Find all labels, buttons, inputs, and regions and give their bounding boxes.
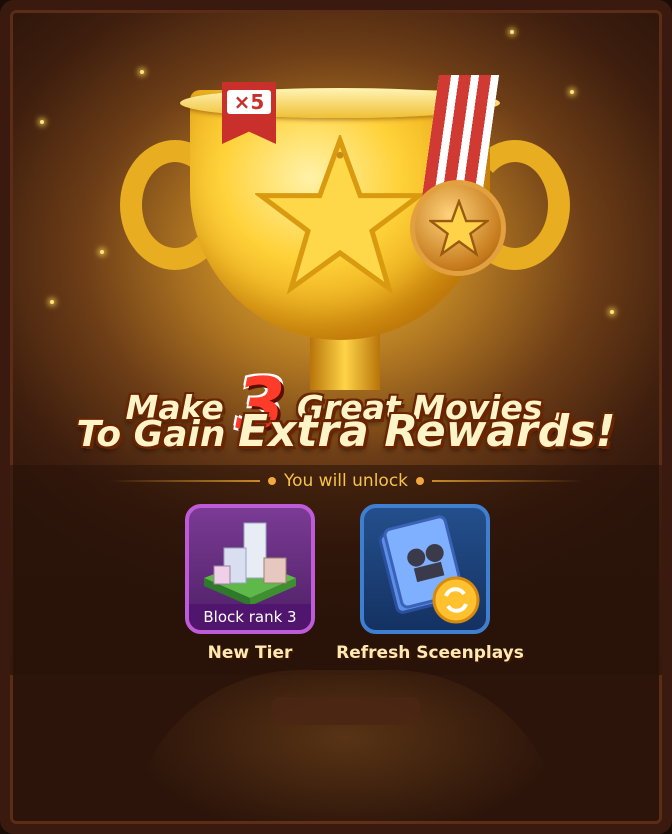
card-caption: Block rank 3 [189, 604, 311, 630]
reward-card-refresh-screenplays[interactable] [360, 504, 490, 634]
unlock-heading: You will unlock [283, 471, 409, 491]
sparkle [610, 310, 614, 314]
divider-dot [416, 477, 425, 485]
trophy-reflection [130, 670, 562, 824]
divider-right [432, 480, 583, 482]
headline-line-2: To Gain Extra Rewards! [10, 406, 662, 457]
sparkle [510, 30, 514, 34]
star-icon [255, 135, 425, 295]
sparkle [40, 120, 44, 124]
sparkle [50, 300, 54, 304]
divider-left [109, 480, 260, 482]
screenplay-refresh-icon [378, 515, 480, 624]
headline-to-gain: To Gain [76, 414, 226, 455]
unlock-heading-row: You will unlock [10, 470, 662, 492]
multiplier-badge: ×5 [227, 90, 271, 114]
trophy-illustration: ×5 [110, 60, 580, 390]
medal-star-icon [429, 199, 489, 257]
divider-dot [267, 477, 276, 485]
city-block-icon [204, 522, 296, 606]
sparkle [100, 250, 104, 254]
action-button[interactable] [272, 697, 420, 725]
reward-card-new-tier[interactable]: Block rank 3 [185, 504, 315, 634]
reward-label-refresh-screenplays: Refresh Sceenplays [336, 643, 524, 663]
reward-dialog: ×5 Make 3 Great Movies , To Gain Extra R… [0, 0, 672, 834]
reward-label-new-tier: New Tier [207, 643, 293, 663]
medal-icon [410, 180, 506, 276]
headline-extra-rewards: Extra Rewards! [238, 406, 616, 457]
